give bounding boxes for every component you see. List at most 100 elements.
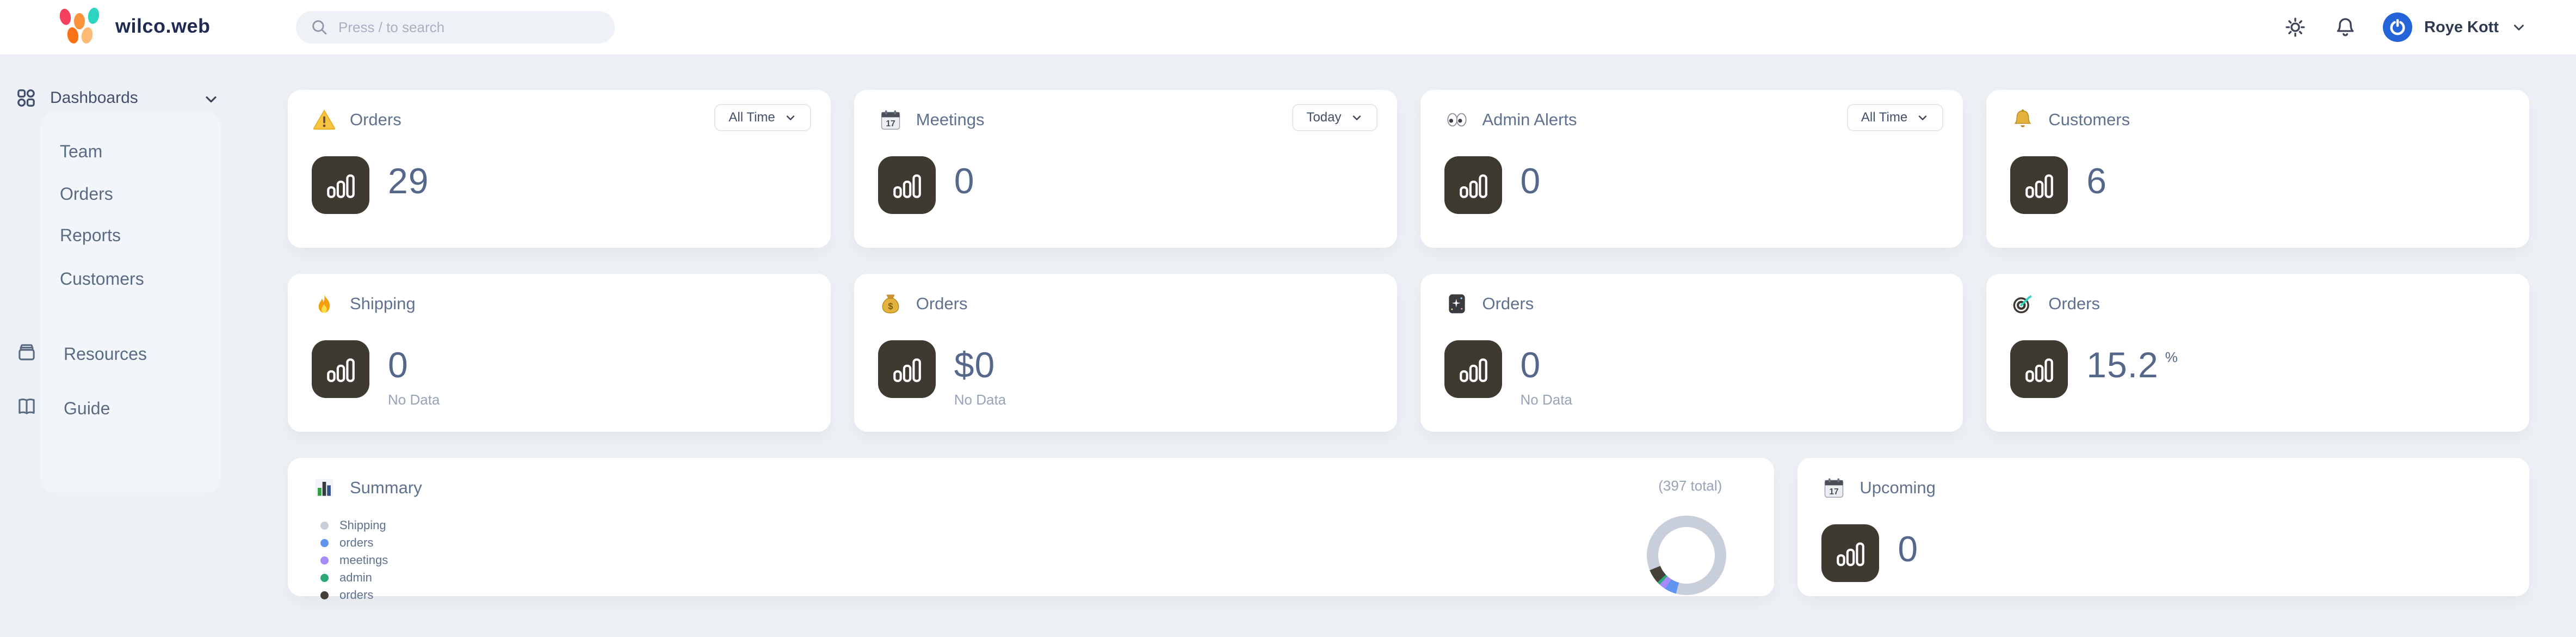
theme-toggle-button[interactable]	[2283, 15, 2308, 40]
bar-chart-tile-icon	[312, 340, 369, 398]
stat-card-admin-alerts: Admin Alerts All Time 0	[1420, 90, 1963, 248]
sidebar-section-label: Dashboards	[50, 89, 138, 107]
app-logo: wilco.web	[59, 8, 211, 45]
percent-suffix: %	[2165, 349, 2178, 365]
chevron-down-icon	[2511, 19, 2527, 35]
stat-value: 0	[1521, 163, 1541, 199]
svg-text:$: $	[888, 302, 893, 311]
bar-chart-tile-icon	[2010, 340, 2068, 398]
card-title: Upcoming	[1860, 478, 1936, 498]
target-icon	[2010, 291, 2035, 316]
time-filter-dropdown[interactable]: All Time	[1847, 104, 1943, 131]
sidebar-subpanel	[41, 112, 220, 493]
stat-value: 15.2%	[2086, 347, 2178, 383]
sidebar-section-dashboards[interactable]: Dashboards	[0, 82, 228, 114]
fire-icon	[312, 291, 337, 316]
card-title: Orders	[916, 294, 968, 314]
bar-chart-icon	[312, 475, 337, 500]
archive-box-icon	[15, 341, 38, 364]
card-title: Orders	[1482, 294, 1534, 314]
stat-value: 29	[388, 163, 429, 199]
notifications-button[interactable]	[2333, 15, 2358, 40]
logo-flower-icon	[59, 8, 102, 45]
bar-chart-tile-icon	[1444, 156, 1502, 214]
stat-subtext: No Data	[954, 391, 1006, 408]
legend-dot	[320, 522, 329, 530]
stat-card-orders: Orders All Time 29	[288, 90, 831, 248]
sidebar: Dashboards Team Orders Reports Customers…	[0, 54, 250, 637]
calendar-icon: 17	[1821, 475, 1846, 500]
sidebar-link-label: Resources	[64, 344, 147, 364]
open-book-icon	[15, 395, 38, 418]
card-title: Meetings	[916, 110, 985, 130]
time-filter-dropdown[interactable]: All Time	[714, 104, 811, 131]
stat-card-meetings: 17 Meetings Today 0	[854, 90, 1397, 248]
user-menu[interactable]: Roye Kott	[2383, 13, 2527, 42]
card-title: Shipping	[350, 294, 416, 314]
stat-value: 6	[2086, 163, 2107, 199]
legend-dot	[320, 591, 329, 599]
svg-text:17: 17	[1830, 487, 1839, 497]
legend-dot	[320, 574, 329, 582]
stat-card-orders-alt: Orders 0 No Data	[1420, 274, 1963, 432]
sidebar-item-team[interactable]: Team	[60, 142, 102, 162]
donut-hole	[1658, 527, 1715, 584]
bar-chart-tile-icon	[312, 156, 369, 214]
sidebar-item-customers[interactable]: Customers	[60, 269, 144, 289]
stat-value: 0	[1521, 347, 1572, 383]
summary-card: Summary (397 total) Shipping orders meet…	[288, 458, 1774, 596]
chevron-down-icon	[1916, 111, 1929, 124]
chart-legend: Shipping orders meetings admin orders	[320, 517, 1750, 604]
stat-value: 0	[388, 347, 440, 383]
donut-chart	[1647, 516, 1726, 595]
summary-total: (397 total)	[1658, 477, 1722, 494]
calendar-icon: 17	[878, 107, 903, 132]
upcoming-card: 17 Upcoming 0	[1797, 458, 2529, 596]
power-icon	[2388, 18, 2407, 36]
legend-item-orders[interactable]: orders	[320, 534, 1750, 552]
user-name: Roye Kott	[2424, 19, 2499, 36]
sidebar-link-resources[interactable]: Resources	[0, 340, 228, 370]
eyes-icon	[1444, 107, 1469, 132]
legend-dot	[320, 556, 329, 565]
stat-card-customers: Customers 6	[1986, 90, 2529, 248]
stat-card-orders-rate: Orders 15.2%	[1986, 274, 2529, 432]
sidebar-link-guide[interactable]: Guide	[0, 394, 228, 425]
search-icon	[310, 18, 329, 36]
bell-icon	[2010, 107, 2035, 132]
bar-chart-tile-icon	[1444, 340, 1502, 398]
dashboard-grid: Orders All Time 29 17 Meetings Today	[288, 90, 2529, 596]
legend-item-orders-dark[interactable]: orders	[320, 586, 1750, 604]
warning-icon	[312, 107, 337, 132]
card-title: Customers	[2048, 110, 2130, 130]
chevron-down-icon	[202, 90, 220, 108]
bell-icon	[2334, 16, 2356, 38]
bar-chart-tile-icon	[878, 156, 936, 214]
user-avatar	[2383, 13, 2412, 42]
stat-subtext: No Data	[1521, 391, 1572, 408]
top-bar: wilco.web	[0, 0, 2576, 54]
stat-subtext: No Data	[388, 391, 440, 408]
card-title: Summary	[350, 478, 422, 498]
legend-item-admin[interactable]: admin	[320, 569, 1750, 586]
logo-text: wilco.web	[115, 15, 211, 38]
legend-dot	[320, 539, 329, 547]
chevron-down-icon	[784, 111, 797, 124]
stat-value: 0	[954, 163, 975, 199]
sidebar-item-reports[interactable]: Reports	[60, 225, 121, 246]
stat-value: 0	[1898, 531, 1918, 567]
fireworks-icon	[1444, 291, 1469, 316]
time-filter-dropdown[interactable]: Today	[1292, 104, 1377, 131]
search-input[interactable]	[338, 19, 589, 36]
bar-chart-tile-icon	[878, 340, 936, 398]
card-title: Orders	[350, 110, 401, 130]
dashboards-grid-icon	[15, 87, 37, 109]
legend-item-shipping[interactable]: Shipping	[320, 517, 1750, 534]
stat-card-orders-revenue: $ Orders $0 No Data	[854, 274, 1397, 432]
stat-value: $0	[954, 347, 1006, 383]
sidebar-item-orders[interactable]: Orders	[60, 184, 113, 204]
sun-icon	[2284, 16, 2306, 38]
legend-item-meetings[interactable]: meetings	[320, 552, 1750, 569]
svg-text:17: 17	[886, 119, 895, 128]
global-search[interactable]	[296, 11, 615, 44]
